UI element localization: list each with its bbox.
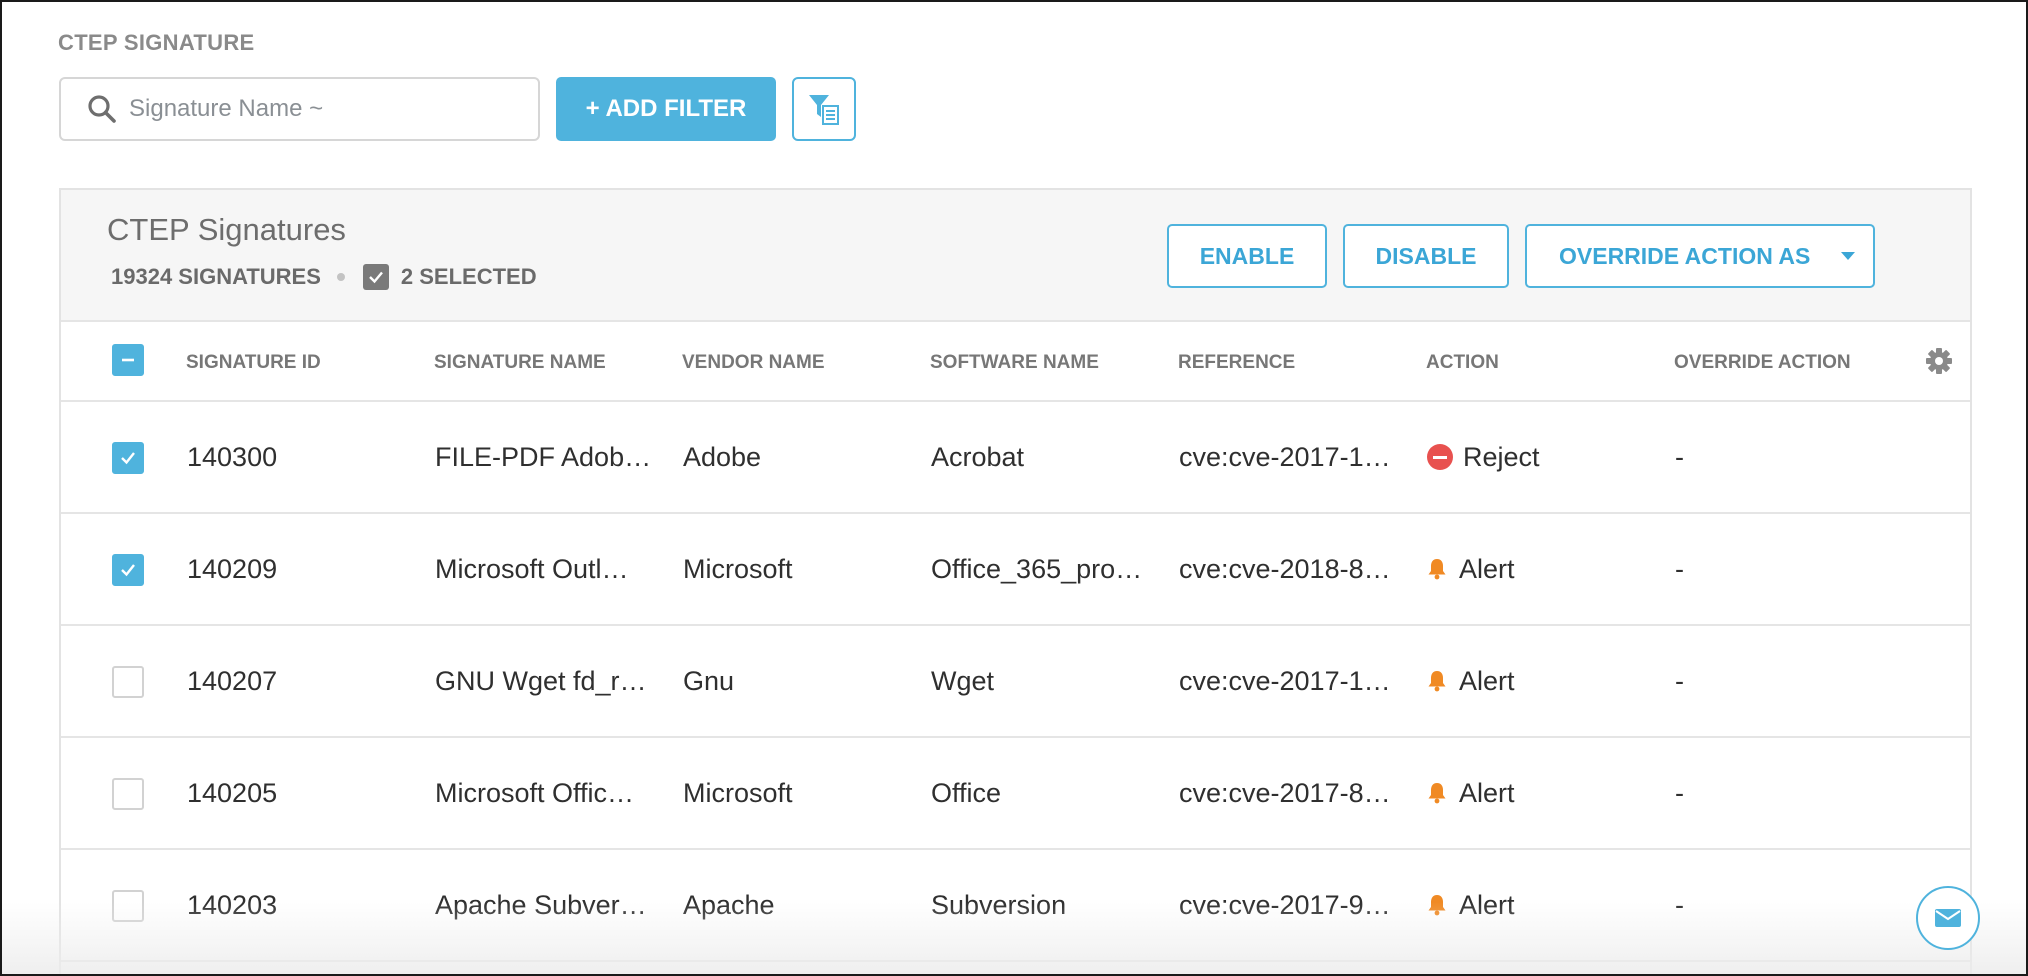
column-action[interactable]: ACTION xyxy=(1426,352,1499,374)
action-cell: Reject xyxy=(1427,402,1540,512)
action-label: Reject xyxy=(1463,442,1540,472)
envelope-icon xyxy=(1935,909,1961,927)
vendor-name: Microsoft xyxy=(683,554,793,584)
signature-name[interactable]: Microsoft Outl… xyxy=(435,514,629,624)
signature-name[interactable]: FILE-PDF Adob… xyxy=(435,402,651,512)
software-name: Office xyxy=(931,778,1002,808)
panel-header: CTEP Signatures 19324 SIGNATURES 2 SELEC… xyxy=(61,190,1970,322)
app-frame: CTEP SIGNATURE + ADD FILTER CTEP Signatu… xyxy=(0,0,2028,976)
row-checkbox[interactable] xyxy=(112,666,144,698)
action-label: Alert xyxy=(1459,554,1515,584)
reference[interactable]: cve:cve-2017-1… xyxy=(1179,626,1391,736)
search-icon xyxy=(88,95,116,123)
action-cell: Alert xyxy=(1427,626,1515,736)
panel-summary: 19324 SIGNATURES 2 SELECTED xyxy=(111,264,537,290)
selected-check-icon xyxy=(362,264,389,290)
select-all-checkbox[interactable] xyxy=(112,344,144,376)
selected-count: 2 SELECTED xyxy=(400,264,537,289)
reference[interactable]: cve:cve-2017-8… xyxy=(1179,738,1391,848)
table-header: SIGNATURE ID SIGNATURE NAME VENDOR NAME … xyxy=(61,322,1970,402)
column-override-action[interactable]: OVERRIDE ACTION xyxy=(1674,352,1851,374)
check-icon xyxy=(121,564,135,577)
column-signature-id[interactable]: SIGNATURE ID xyxy=(186,352,321,374)
override-action: - xyxy=(1675,666,1684,696)
bell-icon xyxy=(1428,783,1446,804)
scroll-fade xyxy=(2,902,2026,974)
row-checkbox[interactable] xyxy=(112,778,144,810)
enable-button[interactable]: ENABLE xyxy=(1167,224,1327,288)
contact-button[interactable] xyxy=(1916,886,1980,950)
table-row[interactable]: 140207 GNU Wget fd_r… Gnu Wget cve:cve-2… xyxy=(61,626,1970,738)
table-row[interactable]: 140300 FILE-PDF Adob… Adobe Acrobat cve:… xyxy=(61,402,1970,514)
override-action: - xyxy=(1675,442,1684,472)
row-checkbox[interactable] xyxy=(112,554,144,586)
action-cell: Alert xyxy=(1427,514,1515,624)
filter-list-icon xyxy=(809,95,839,125)
vendor-name: Microsoft xyxy=(683,778,793,808)
override-action: - xyxy=(1675,778,1684,808)
column-software-name[interactable]: SOFTWARE NAME xyxy=(930,352,1099,374)
software-name: Office_365_pro… xyxy=(931,554,1143,584)
software-name: Wget xyxy=(931,666,995,696)
reference[interactable]: cve:cve-2018-8… xyxy=(1179,514,1391,624)
add-filter-button[interactable]: + ADD FILTER xyxy=(556,77,776,141)
column-reference[interactable]: REFERENCE xyxy=(1178,352,1295,374)
reference[interactable]: cve:cve-2017-1… xyxy=(1179,402,1391,512)
check-icon xyxy=(121,452,135,465)
section-title: CTEP SIGNATURE xyxy=(58,30,255,55)
signature-id: 140209 xyxy=(187,554,278,584)
settings-gear-icon[interactable] xyxy=(1924,346,1954,376)
disable-button[interactable]: DISABLE xyxy=(1343,224,1509,288)
override-action-dropdown[interactable]: OVERRIDE ACTION AS xyxy=(1525,224,1875,288)
search-box[interactable] xyxy=(59,77,540,141)
signature-id: 140207 xyxy=(187,666,278,696)
override-action-label: OVERRIDE ACTION AS xyxy=(1559,242,1811,269)
action-label: Alert xyxy=(1459,666,1515,696)
action-cell: Alert xyxy=(1427,738,1515,848)
filter-list-button[interactable] xyxy=(792,77,856,141)
separator-dot xyxy=(336,273,345,281)
column-vendor-name[interactable]: VENDOR NAME xyxy=(682,352,825,374)
signature-id: 140205 xyxy=(187,778,278,808)
signature-name[interactable]: Microsoft Offic… xyxy=(435,738,634,848)
bell-icon xyxy=(1428,559,1446,580)
signature-name[interactable]: GNU Wget fd_r… xyxy=(435,626,647,736)
column-signature-name[interactable]: SIGNATURE NAME xyxy=(434,352,606,374)
bell-icon xyxy=(1428,671,1446,692)
row-checkbox[interactable] xyxy=(112,442,144,474)
signature-id: 140300 xyxy=(187,442,278,472)
signatures-panel: CTEP Signatures 19324 SIGNATURES 2 SELEC… xyxy=(59,188,1972,974)
reject-icon xyxy=(1427,444,1453,470)
action-label: Alert xyxy=(1459,778,1515,808)
caret-down-icon xyxy=(1841,252,1856,260)
vendor-name: Gnu xyxy=(683,666,735,696)
panel-title: CTEP Signatures xyxy=(107,212,346,247)
override-action: - xyxy=(1675,554,1684,584)
signature-count: 19324 SIGNATURES xyxy=(111,264,321,289)
software-name: Acrobat xyxy=(931,442,1025,472)
search-input[interactable] xyxy=(129,95,509,123)
table-row[interactable]: 140205 Microsoft Offic… Microsoft Office… xyxy=(61,738,1970,850)
vendor-name: Adobe xyxy=(683,442,762,472)
indeterminate-icon xyxy=(122,358,134,362)
table-row[interactable]: 140209 Microsoft Outl… Microsoft Office_… xyxy=(61,514,1970,626)
